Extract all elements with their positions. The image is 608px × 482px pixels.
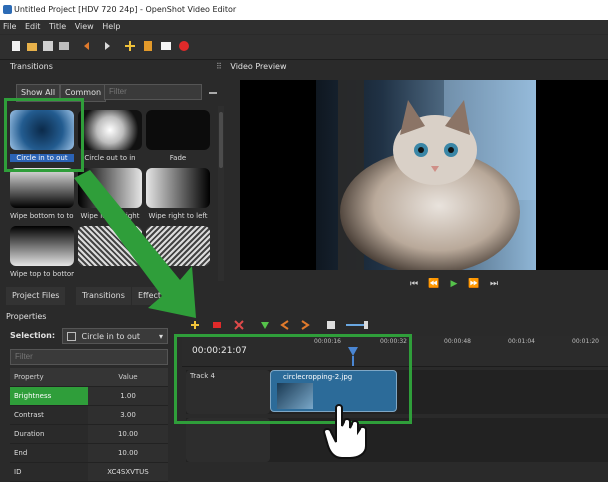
main-toolbar <box>0 35 608 60</box>
properties-filter-input[interactable] <box>10 349 168 365</box>
selection-row: Selection: Circle in to out ▾ <box>0 328 180 346</box>
redo-icon[interactable] <box>100 40 112 52</box>
property-value[interactable]: XC4SXVTUS <box>88 463 168 481</box>
property-name: ID <box>14 468 22 476</box>
export-video-icon[interactable] <box>178 40 190 52</box>
center-timeline-icon[interactable] <box>326 320 336 330</box>
panel-grip-icon: ⠿ <box>216 62 222 71</box>
next-marker-icon[interactable] <box>300 320 310 330</box>
playback-controls: ⏮ ⏪ ▶ ⏩ ⏭ <box>400 278 510 292</box>
undo-icon[interactable] <box>82 40 94 52</box>
jump-end-icon[interactable]: ⏭ <box>488 278 500 290</box>
property-value[interactable]: 10.00 <box>88 425 168 443</box>
video-preview-header: ⠿ Video Preview <box>214 60 608 74</box>
property-name: Duration <box>14 430 45 438</box>
menu-title[interactable]: Title <box>46 20 69 34</box>
snap-icon[interactable] <box>234 320 244 330</box>
ruler-tick-label: 00:01:20 <box>572 338 599 345</box>
tab-project-files[interactable]: Project Files <box>6 287 66 305</box>
track-header[interactable] <box>186 418 270 462</box>
video-preview-title: Video Preview <box>230 62 287 71</box>
property-value[interactable]: 10.00 <box>88 444 168 462</box>
transitions-scrollbar[interactable] <box>218 106 224 281</box>
previous-marker-icon[interactable] <box>280 320 290 330</box>
video-preview <box>240 80 608 274</box>
table-row[interactable]: Brightness 1.00 <box>10 387 168 406</box>
open-project-icon[interactable] <box>26 40 38 52</box>
fullscreen-icon[interactable] <box>160 40 172 52</box>
title-bar: Untitled Project [HDV 720 24p] - OpenSho… <box>0 0 608 20</box>
add-track-icon[interactable] <box>124 40 136 52</box>
profile-icon[interactable] <box>142 40 154 52</box>
menu-file[interactable]: File <box>0 20 19 34</box>
property-name: Contrast <box>14 411 44 419</box>
new-project-icon[interactable] <box>10 40 22 52</box>
save-project-icon[interactable] <box>42 40 54 52</box>
transition-tile-circle-out-to-in[interactable]: Circle out to in <box>78 110 142 162</box>
property-name: Brightness <box>10 387 88 405</box>
timeline-track <box>186 418 608 462</box>
table-row[interactable]: End 10.00 <box>10 444 168 463</box>
menu-edit[interactable]: Edit <box>22 20 44 34</box>
transition-item-icon <box>67 332 76 341</box>
highlight-box-transition <box>4 98 84 172</box>
transitions-filter-input[interactable] <box>104 84 202 100</box>
property-column-header: Property <box>10 368 88 386</box>
value-column-header: Value <box>88 368 168 386</box>
table-row[interactable]: Contrast 3.00 <box>10 406 168 425</box>
menu-help[interactable]: Help <box>99 20 123 34</box>
jump-start-icon[interactable]: ⏮ <box>408 278 420 290</box>
property-name: End <box>14 449 28 457</box>
properties-table-header: Property Value <box>10 368 168 387</box>
add-marker-icon[interactable] <box>260 320 270 330</box>
ruler-tick-label: 00:00:48 <box>444 338 471 345</box>
selection-label: Selection: <box>10 331 56 340</box>
transition-label: Fade <box>169 154 187 162</box>
window-title: Untitled Project [HDV 720 24p] - OpenSho… <box>14 5 237 14</box>
annotation-arrow-icon <box>74 170 196 318</box>
transition-label: Circle out to in <box>84 154 136 162</box>
chevron-down-icon: ▾ <box>158 332 163 341</box>
property-value[interactable]: 1.00 <box>88 387 168 405</box>
properties-table: Property Value Brightness 1.00 Contrast … <box>10 368 168 482</box>
selection-value: Circle in to out <box>81 332 141 341</box>
clear-filter-icon[interactable] <box>208 88 218 98</box>
video-frame-image <box>240 80 608 274</box>
scrollbar-thumb[interactable] <box>219 112 223 168</box>
add-track-icon[interactable] <box>190 320 200 330</box>
zoom-slider-handle[interactable] <box>364 321 368 329</box>
ruler-tick-label: 00:01:04 <box>508 338 535 345</box>
razor-icon[interactable] <box>212 320 222 330</box>
highlight-box-timeline <box>174 334 412 424</box>
table-row[interactable]: Duration 10.00 <box>10 425 168 444</box>
selection-dropdown[interactable]: Circle in to out ▾ <box>62 328 168 344</box>
hand-cursor-icon <box>322 404 367 459</box>
import-files-icon[interactable] <box>58 40 70 52</box>
menu-bar: File Edit Title View Help <box>0 20 608 34</box>
rewind-icon[interactable]: ⏪ <box>428 278 440 290</box>
fast-forward-icon[interactable]: ⏩ <box>468 278 480 290</box>
transition-thumbnail <box>146 110 210 150</box>
transition-tile-fade[interactable]: Fade <box>146 110 210 162</box>
transitions-panel-header: Transitions <box>10 62 53 71</box>
property-value[interactable]: 3.00 <box>88 406 168 424</box>
play-icon[interactable]: ▶ <box>448 278 460 290</box>
timeline-toolbar <box>182 314 608 336</box>
transition-thumbnail <box>78 110 142 150</box>
zoom-slider[interactable] <box>346 324 366 326</box>
app-icon <box>3 5 12 14</box>
menu-view[interactable]: View <box>72 20 97 34</box>
